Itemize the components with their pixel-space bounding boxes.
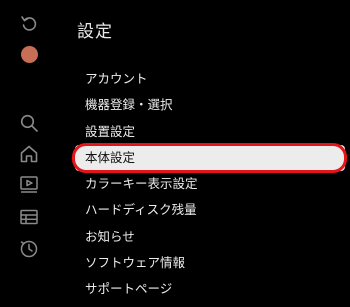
menu-item-installation-settings[interactable]: 設置設定 xyxy=(75,119,347,145)
menu-item-hdd-remaining[interactable]: ハードディスク残量 xyxy=(75,197,347,223)
guide-icon[interactable] xyxy=(18,206,40,228)
back-icon[interactable] xyxy=(18,12,40,34)
side-rail xyxy=(0,0,58,307)
menu-item-color-key-display[interactable]: カラーキー表示設定 xyxy=(75,171,347,197)
menu-item-unit-settings[interactable]: 本体設定 xyxy=(75,144,345,172)
avatar[interactable] xyxy=(21,46,38,63)
menu-item-account[interactable]: アカウント xyxy=(75,66,347,92)
menu-item-device-registration[interactable]: 機器登録・選択 xyxy=(75,92,347,118)
page-title: 設定 xyxy=(77,22,113,42)
history-icon[interactable] xyxy=(18,238,40,260)
menu-item-support-page[interactable]: サポートページ xyxy=(75,276,347,302)
video-icon[interactable] xyxy=(18,173,40,195)
menu-item-software-info[interactable]: ソフトウェア情報 xyxy=(75,250,347,276)
menu-item-notices[interactable]: お知らせ xyxy=(75,224,347,250)
home-icon[interactable] xyxy=(18,143,40,165)
settings-menu: アカウント 機器登録・選択 設置設定 本体設定 カラーキー表示設定 ハードディス… xyxy=(75,66,347,303)
search-icon[interactable] xyxy=(18,112,40,134)
